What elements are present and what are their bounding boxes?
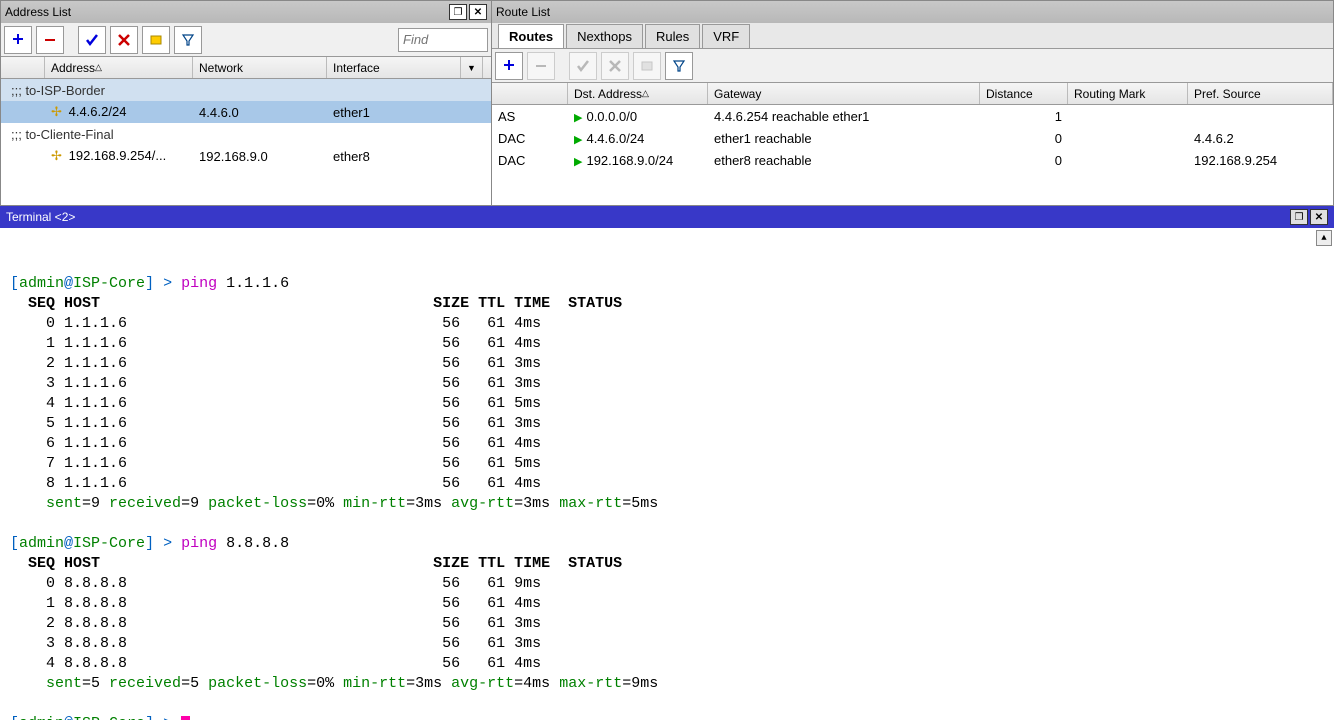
address-icon: ✢ (51, 148, 65, 164)
restore-button[interactable] (1290, 209, 1308, 225)
route-row[interactable]: AS▶0.0.0.0/04.4.6.254 reachable ether11 (492, 105, 1333, 127)
route-list-title: Route List (496, 5, 550, 19)
flag-column[interactable] (1, 57, 45, 78)
distance-column[interactable]: Distance (980, 83, 1068, 104)
terminal-output[interactable]: ▲ [admin@ISP-Core] > ping 1.1.1.6 SEQ HO… (0, 228, 1334, 720)
comment-row[interactable]: ;;; to-ISP-Border (1, 79, 491, 101)
routing-mark-column[interactable]: Routing Mark (1068, 83, 1188, 104)
terminal-title: Terminal <2> (6, 210, 75, 224)
route-table-header: Dst. Address Gateway Distance Routing Ma… (492, 83, 1333, 105)
pref-source-column[interactable]: Pref. Source (1188, 83, 1333, 104)
address-column[interactable]: Address (45, 57, 193, 78)
remove-button[interactable] (36, 26, 64, 54)
filter-button[interactable] (665, 52, 693, 80)
address-toolbar (1, 23, 491, 57)
comment-button[interactable] (633, 52, 661, 80)
route-row[interactable]: DAC▶192.168.9.0/24ether8 reachable0192.1… (492, 149, 1333, 171)
route-row[interactable]: DAC▶4.4.6.0/24ether1 reachable04.4.6.2 (492, 127, 1333, 149)
gateway-column[interactable]: Gateway (708, 83, 980, 104)
route-list-titlebar: Route List (492, 1, 1333, 23)
address-list-title: Address List (5, 5, 71, 19)
route-toolbar (492, 49, 1333, 83)
filter-button[interactable] (174, 26, 202, 54)
address-table-header: Address Network Interface (1, 57, 491, 79)
disable-button[interactable] (110, 26, 138, 54)
close-button[interactable] (1310, 209, 1328, 225)
enable-button[interactable] (78, 26, 106, 54)
close-button[interactable] (469, 4, 487, 20)
restore-button[interactable] (449, 4, 467, 20)
tab-rules[interactable]: Rules (645, 24, 700, 48)
remove-button[interactable] (527, 52, 555, 80)
active-icon: ▶ (574, 134, 582, 146)
address-table-body: ;;; to-ISP-Border✢ 4.4.6.2/244.4.6.0ethe… (1, 79, 491, 205)
column-dropdown[interactable] (461, 57, 483, 78)
comment-row[interactable]: ;;; to-Cliente-Final (1, 123, 491, 145)
address-icon: ✢ (51, 104, 65, 120)
tab-vrf[interactable]: VRF (702, 24, 750, 48)
add-button[interactable] (495, 52, 523, 80)
terminal-titlebar: Terminal <2> (0, 206, 1334, 228)
route-table-body: AS▶0.0.0.0/04.4.6.254 reachable ether11D… (492, 105, 1333, 205)
address-list-titlebar: Address List (1, 1, 491, 23)
tab-nexthops[interactable]: Nexthops (566, 24, 643, 48)
address-row[interactable]: ✢ 4.4.6.2/244.4.6.0ether1 (1, 101, 491, 123)
enable-button[interactable] (569, 52, 597, 80)
network-column[interactable]: Network (193, 57, 327, 78)
add-button[interactable] (4, 26, 32, 54)
route-list-panel: Route List RoutesNexthopsRulesVRF Dst. A… (492, 0, 1334, 206)
route-tabs: RoutesNexthopsRulesVRF (492, 23, 1333, 49)
active-icon: ▶ (574, 156, 582, 168)
address-list-panel: Address List Address Network Interface ;… (0, 0, 492, 206)
scroll-up-button[interactable]: ▲ (1316, 230, 1332, 246)
dst-column[interactable]: Dst. Address (568, 83, 708, 104)
disable-button[interactable] (601, 52, 629, 80)
comment-button[interactable] (142, 26, 170, 54)
flags-column[interactable] (492, 83, 568, 104)
find-input[interactable] (398, 28, 488, 52)
tab-routes[interactable]: Routes (498, 24, 564, 48)
interface-column[interactable]: Interface (327, 57, 461, 78)
address-row[interactable]: ✢ 192.168.9.254/...192.168.9.0ether8 (1, 145, 491, 167)
active-icon: ▶ (574, 112, 582, 124)
